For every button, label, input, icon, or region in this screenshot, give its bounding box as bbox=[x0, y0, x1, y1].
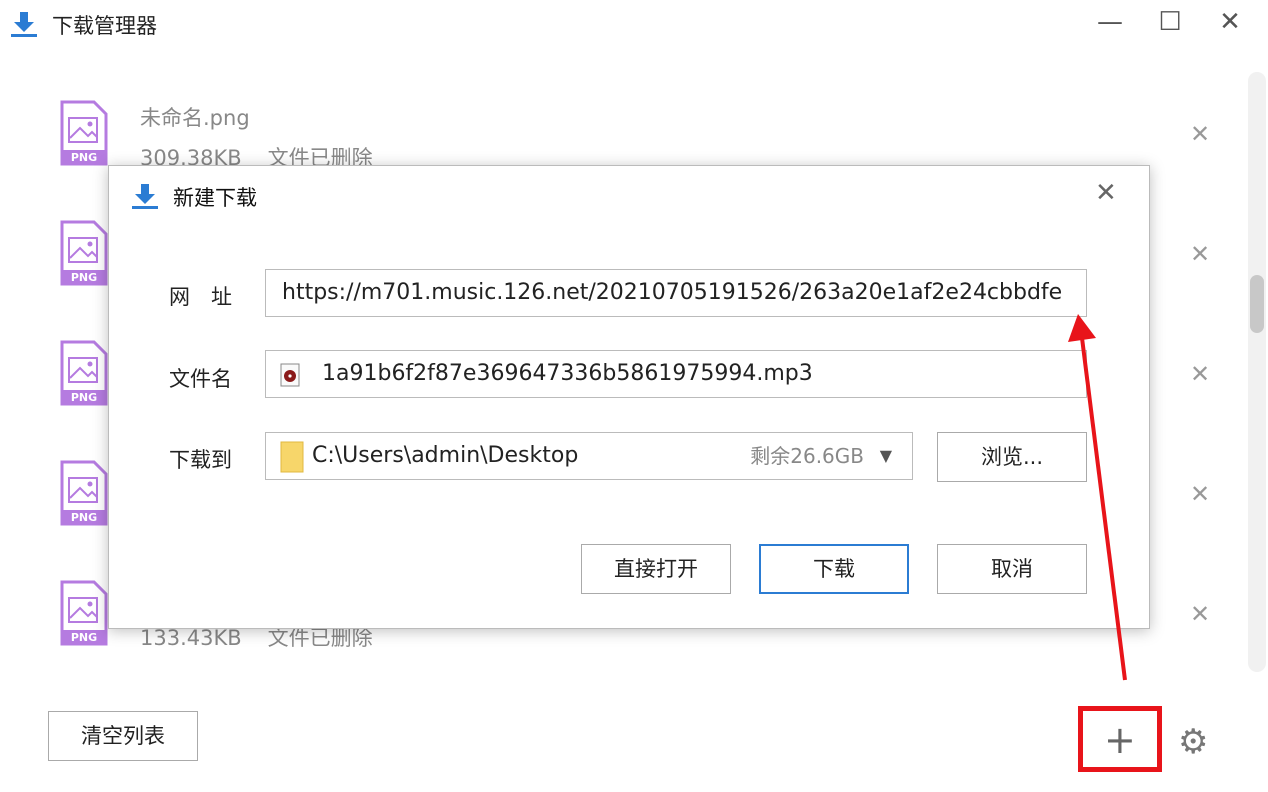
svg-text:PNG: PNG bbox=[71, 511, 97, 524]
png-file-icon: PNG bbox=[60, 460, 108, 526]
dialog-close-icon[interactable]: ✕ bbox=[1095, 178, 1117, 208]
png-file-icon: PNG bbox=[60, 580, 108, 646]
download-icon bbox=[132, 184, 158, 209]
free-space: 剩余26.6GB bbox=[750, 444, 864, 468]
filename-value: 1a91b6f2f87e369647336b5861975994.mp3 bbox=[322, 361, 813, 386]
open-direct-button[interactable]: 直接打开 bbox=[581, 544, 731, 594]
item-size: 133.43KB bbox=[140, 626, 242, 650]
svg-text:PNG: PNG bbox=[71, 271, 97, 284]
filename-label: 文件名 bbox=[169, 367, 232, 391]
scrollbar-thumb[interactable] bbox=[1250, 275, 1264, 333]
clear-list-button[interactable]: 清空列表 bbox=[48, 711, 198, 761]
cancel-button[interactable]: 取消 bbox=[937, 544, 1087, 594]
remove-item-icon[interactable]: ✕ bbox=[1190, 360, 1210, 388]
item-status: 文件已删除 bbox=[267, 626, 373, 650]
remove-item-icon[interactable]: ✕ bbox=[1190, 600, 1210, 628]
maximize-icon[interactable]: ☐ bbox=[1152, 6, 1188, 38]
svg-text:PNG: PNG bbox=[71, 391, 97, 404]
dropdown-arrow-icon[interactable]: ▼ bbox=[880, 433, 892, 479]
png-file-icon: PNG bbox=[60, 100, 108, 166]
svg-text:PNG: PNG bbox=[71, 151, 97, 164]
download-icon bbox=[11, 12, 37, 37]
minimize-icon[interactable]: — bbox=[1092, 6, 1128, 38]
remove-item-icon[interactable]: ✕ bbox=[1190, 120, 1210, 148]
window-title: 下载管理器 bbox=[52, 14, 157, 38]
plus-icon[interactable]: + bbox=[1104, 720, 1136, 760]
saveto-value: C:\Users\admin\Desktop bbox=[312, 443, 579, 468]
saveto-label: 下载到 bbox=[169, 448, 232, 472]
png-file-icon: PNG bbox=[60, 340, 108, 406]
remove-item-icon[interactable]: ✕ bbox=[1190, 480, 1210, 508]
item-name: 未命名.png bbox=[140, 106, 250, 130]
close-icon[interactable]: ✕ bbox=[1212, 6, 1248, 38]
filename-input[interactable]: 1a91b6f2f87e369647336b5861975994.mp3 bbox=[265, 350, 1087, 398]
download-button[interactable]: 下载 bbox=[759, 544, 909, 594]
saveto-select[interactable]: C:\Users\admin\Desktop 剩余26.6GB ▼ bbox=[265, 432, 913, 480]
url-label: 网 址 bbox=[169, 285, 232, 309]
folder-icon bbox=[280, 441, 304, 473]
remove-item-icon[interactable]: ✕ bbox=[1190, 240, 1210, 268]
gear-icon[interactable]: ⚙ bbox=[1178, 722, 1208, 762]
svg-text:PNG: PNG bbox=[71, 631, 97, 644]
scrollbar[interactable] bbox=[1248, 72, 1266, 672]
mp3-file-icon bbox=[280, 363, 300, 387]
browse-button[interactable]: 浏览... bbox=[937, 432, 1087, 482]
new-download-dialog: 新建下载 ✕ 网 址 https://m701.music.126.net/20… bbox=[108, 165, 1150, 629]
png-file-icon: PNG bbox=[60, 220, 108, 286]
dialog-title: 新建下载 bbox=[173, 186, 257, 210]
url-input[interactable]: https://m701.music.126.net/2021070519152… bbox=[265, 269, 1087, 317]
